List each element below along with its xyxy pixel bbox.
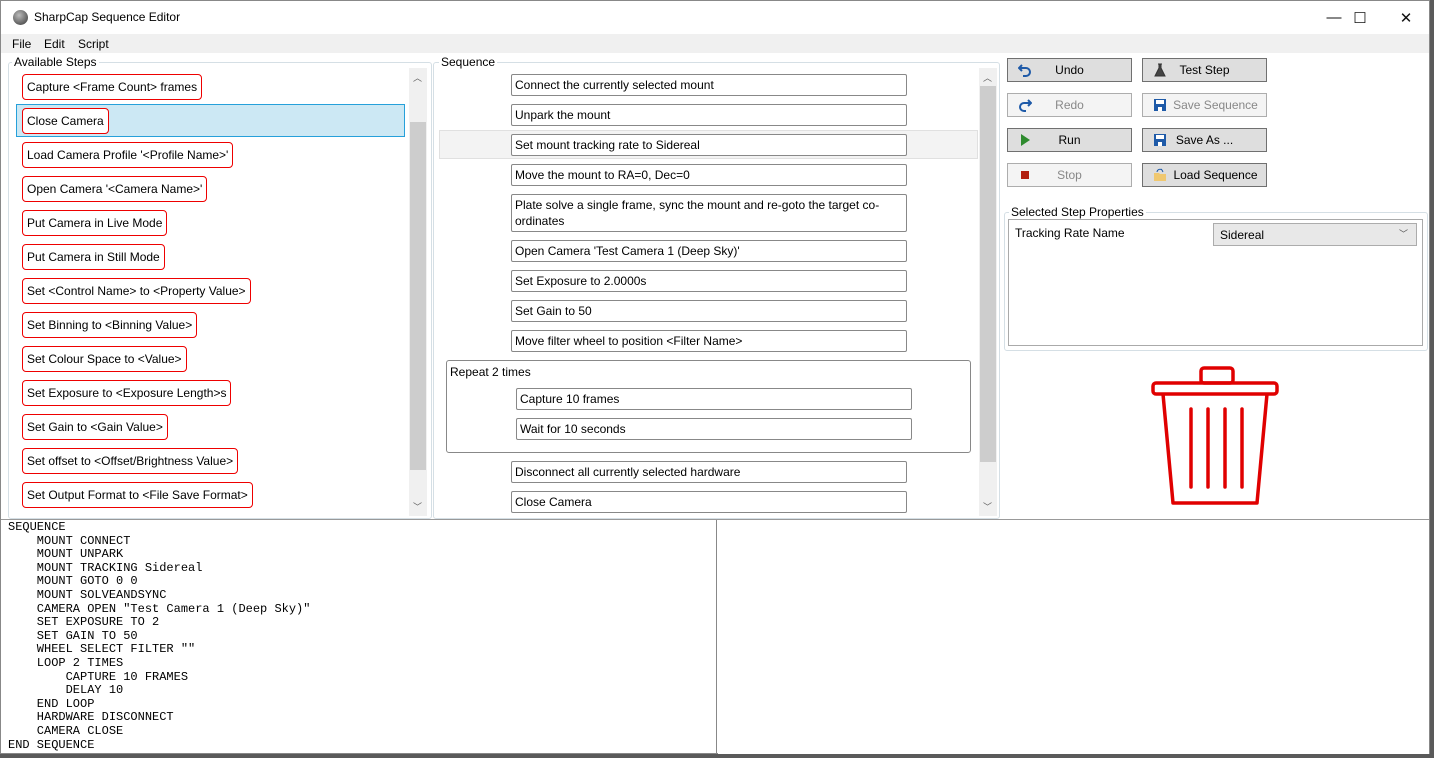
stop-label: Stop [1057, 168, 1082, 182]
menu-bar: File Edit Script [1, 34, 1429, 53]
sequence-step[interactable]: Wait for 10 seconds [516, 418, 912, 440]
save-as-label: Save As ... [1175, 133, 1234, 147]
tracking-rate-value: Sidereal [1220, 228, 1265, 242]
test-step-label: Test Step [1179, 63, 1230, 77]
maximize-button[interactable]: ☐ [1337, 1, 1383, 34]
play-icon [1021, 134, 1030, 146]
save-sequence-button[interactable]: Save Sequence [1142, 93, 1267, 117]
undo-button[interactable]: Undo [1007, 58, 1132, 82]
test-step-button[interactable]: Test Step [1142, 58, 1267, 82]
available-step[interactable]: Set Colour Space to <Value> [22, 346, 187, 372]
sequence-step[interactable]: Capture 10 frames [516, 388, 912, 410]
stop-button[interactable]: Stop [1007, 163, 1132, 187]
open-folder-icon [1154, 168, 1166, 181]
sequence-step[interactable]: Open Camera 'Test Camera 1 (Deep Sky)' [511, 240, 907, 262]
sequence-step[interactable]: Set Exposure to 2.0000s [511, 270, 907, 292]
scroll-down-icon[interactable]: ﹀ [979, 500, 996, 513]
scroll-down-icon[interactable]: ﹀ [409, 500, 426, 513]
scrollbar-thumb[interactable] [980, 86, 996, 462]
redo-button[interactable]: Redo [1007, 93, 1132, 117]
available-step[interactable]: Set Output Format to <File Save Format> [22, 482, 253, 508]
sequence-step[interactable]: Set Gain to 50 [511, 300, 907, 322]
output-panel [718, 520, 1429, 754]
available-steps-label: Available Steps [12, 55, 99, 69]
window-title: SharpCap Sequence Editor [34, 10, 181, 24]
save-as-button[interactable]: Save As ... [1142, 128, 1267, 152]
available-step[interactable]: Set Binning to <Binning Value> [22, 312, 198, 338]
trash-delete-icon[interactable] [1149, 365, 1281, 507]
sequence-step[interactable]: Unpark the mount [511, 104, 907, 126]
property-grid: Tracking Rate Name Sidereal ﹀ [1008, 219, 1423, 346]
available-step[interactable]: Put Camera in Still Mode [22, 244, 165, 270]
close-button[interactable]: ✕ [1383, 1, 1429, 34]
sequence-step[interactable]: Disconnect all currently selected hardwa… [511, 461, 907, 483]
available-step[interactable]: Set offset to <Offset/Brightness Value> [22, 448, 239, 474]
available-step[interactable]: Close Camera [22, 108, 109, 134]
load-sequence-button[interactable]: Load Sequence [1142, 163, 1267, 187]
chevron-down-icon: ﹀ [1398, 229, 1408, 239]
menu-script[interactable]: Script [78, 37, 109, 51]
run-button[interactable]: Run [1007, 128, 1132, 152]
sequence-editor-window: SharpCap Sequence Editor — ☐ ✕ File Edit… [0, 0, 1430, 754]
redo-icon [1019, 99, 1032, 112]
title-bar: SharpCap Sequence Editor — ☐ ✕ [1, 1, 1429, 34]
sequence-step[interactable]: Move the mount to RA=0, Dec=0 [511, 164, 907, 186]
sharpcap-app-icon [13, 10, 28, 25]
sequence-step[interactable]: Close Camera [511, 491, 907, 513]
property-name: Tracking Rate Name [1015, 226, 1125, 240]
load-sequence-label: Load Sequence [1173, 168, 1258, 182]
save-icon [1154, 134, 1166, 146]
available-step[interactable]: Capture <Frame Count> frames [22, 74, 203, 100]
sequence-label: Sequence [439, 55, 498, 69]
available-step[interactable]: Set <Control Name> to <Property Value> [22, 278, 251, 304]
redo-label: Redo [1055, 98, 1084, 112]
available-step[interactable]: Put Camera in Live Mode [22, 210, 168, 236]
available-step[interactable]: Set Exposure to <Exposure Length>s [22, 380, 232, 406]
sequence-step[interactable]: Set mount tracking rate to Sidereal [511, 134, 907, 156]
sequence-step[interactable]: Connect the currently selected mount [511, 74, 907, 96]
available-step[interactable]: Open Camera '<Camera Name>' [22, 176, 208, 202]
stop-icon [1021, 171, 1029, 179]
scroll-up-icon[interactable]: ︿ [409, 71, 426, 84]
flask-icon [1154, 63, 1166, 77]
available-steps-scrollbar[interactable]: ︿ ﹀ [409, 68, 427, 516]
save-sequence-label: Save Sequence [1173, 98, 1258, 112]
sequence-step[interactable]: Plate solve a single frame, sync the mou… [511, 194, 907, 232]
sequence-step[interactable]: Move filter wheel to position <Filter Na… [511, 330, 907, 352]
scrollbar-thumb[interactable] [410, 122, 426, 470]
available-step[interactable]: Set Gain to <Gain Value> [22, 414, 168, 440]
scroll-up-icon[interactable]: ︿ [979, 71, 996, 84]
menu-file[interactable]: File [12, 37, 31, 51]
run-label: Run [1058, 133, 1081, 147]
undo-label: Undo [1055, 63, 1084, 77]
script-editor[interactable]: SEQUENCE MOUNT CONNECT MOUNT UNPARK MOUN… [1, 520, 717, 754]
save-icon [1154, 99, 1166, 111]
tracking-rate-dropdown[interactable]: Sidereal ﹀ [1213, 223, 1417, 246]
menu-edit[interactable]: Edit [44, 37, 65, 51]
undo-icon [1018, 64, 1031, 77]
available-step[interactable]: Load Camera Profile '<Profile Name>' [22, 142, 234, 168]
sequence-scrollbar[interactable]: ︿ ﹀ [979, 68, 997, 516]
repeat-label: Repeat 2 times [450, 365, 531, 379]
properties-label: Selected Step Properties [1009, 205, 1146, 219]
